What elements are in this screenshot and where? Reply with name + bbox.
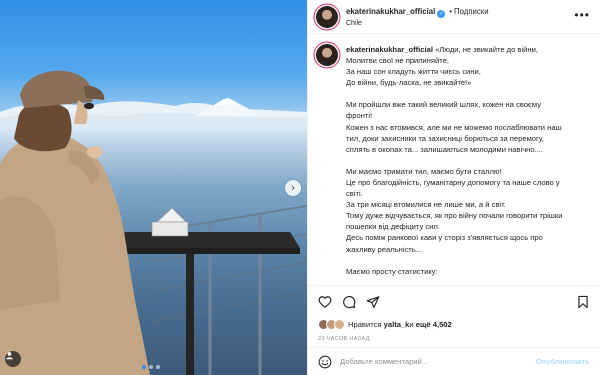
location-link[interactable]: Chile <box>346 18 489 30</box>
caption-line: фронті! <box>346 110 591 121</box>
comment-input[interactable] <box>340 357 536 366</box>
instagram-post: › ekaterinakukhar_official ✓ • Подписки Chi… <box>0 0 600 375</box>
heart-icon[interactable] <box>318 295 332 309</box>
avatar <box>334 318 345 330</box>
chevron-right-icon: › <box>291 181 295 194</box>
lake-scene-illustration <box>0 70 307 375</box>
separator-dot: • <box>449 6 453 16</box>
caption-line: пошепки від дефіциту сил. <box>346 221 591 232</box>
caption-line: Десь поміж ранкової кави у сторіз з'явля… <box>346 232 591 243</box>
liker-username[interactable]: yalta_k <box>384 320 410 329</box>
caption-line: До війни, будь-ласка, не звикайте!» <box>346 77 591 88</box>
likes-summary[interactable]: Нравится yalta_k и ещё 4,502 <box>308 317 600 331</box>
liker-avatars <box>318 318 345 330</box>
verified-badge-icon: ✓ <box>437 9 446 18</box>
emoji-icon[interactable] <box>318 355 332 369</box>
tagged-users-button[interactable] <box>5 351 21 367</box>
following-button[interactable]: Подписки <box>454 7 489 16</box>
caption-line: За наш сон кладуть життя чиєсь сини, <box>346 66 591 77</box>
caption-line-text: Десь поміж ранкової кави у сторіз з'явля… <box>346 233 543 243</box>
caption-line-text: «Люди, не звикайте до війни, <box>435 45 538 54</box>
post-details-panel: ekaterinakukhar_official ✓ • Подписки Chile… <box>307 0 600 375</box>
caption-line-text: Це про благодійність, гуманітарну допомо… <box>346 177 560 187</box>
caption-line-text: фронті! <box>346 111 373 121</box>
caption-line-text: Молитви свої не припиняйте, <box>346 56 449 66</box>
likes-count[interactable]: ещё 4,502 <box>416 320 452 329</box>
comment-icon[interactable] <box>342 295 356 309</box>
caption-line-text: Маємо просту статистику: <box>346 266 438 276</box>
carousel-dot <box>142 365 146 369</box>
post-photo[interactable]: › <box>0 0 307 375</box>
caption-line: сплять в окопах та... залишаються молоди… <box>346 144 591 155</box>
caption-line-text: сплять в окопах та... залишаються молоди… <box>346 144 544 154</box>
caption-line-text: Кожен з нас втомився, але ми не можемо п… <box>346 122 562 132</box>
caption-line-text: Ми пройшли вже такий великий шлях, кожен… <box>346 100 542 110</box>
caption-avatar[interactable] <box>316 44 338 66</box>
caption-text: ekaterinakukhar_official «Люди, не звика… <box>346 44 591 285</box>
caption-line: тил, доки захисники та захисниці борютьс… <box>346 133 591 144</box>
caption-line-text: Ми маємо тримати тил, маємо бути сталлю! <box>346 166 502 176</box>
comment-bar: Опубликовать <box>308 347 600 375</box>
carousel-indicator <box>142 365 160 369</box>
caption-line: ekaterinakukhar_official «Люди, не звика… <box>346 44 591 55</box>
caption-line: Це про благодійність, гуманітарну допомо… <box>346 177 591 188</box>
action-bar <box>308 285 600 317</box>
caption-line: Тому дуже відчувається, як про війну поч… <box>346 210 591 221</box>
caption-line-text: Тому дуже відчувається, як про війну поч… <box>346 211 563 221</box>
caption-line-text: жахливу реальність... <box>346 244 423 254</box>
caption-line: жахливу реальність... <box>346 244 591 255</box>
username-link[interactable]: ekaterinakukhar_official <box>346 7 435 16</box>
share-icon[interactable] <box>366 295 380 309</box>
post-comment-button[interactable]: Опубликовать <box>536 357 590 366</box>
likes-prefix: Нравится <box>348 319 382 329</box>
caption-line: Молитви свої не припиняйте, <box>346 55 591 66</box>
post-timestamp[interactable]: 23 ЧАСОВ НАЗАД <box>308 331 600 347</box>
carousel-dot <box>156 365 160 369</box>
caption-line-text: За три місяці втомилися не лише ми, а й … <box>346 200 506 210</box>
caption-line-text: тил, доки захисники та захисниці борютьс… <box>346 133 544 143</box>
caption-line-text: пошепки від дефіциту сил. <box>346 222 440 232</box>
carousel-next-button[interactable]: › <box>285 180 301 196</box>
header-text: ekaterinakukhar_official ✓ • Подписки Chile <box>346 4 489 30</box>
caption-line: світі. <box>346 188 591 199</box>
caption-line: Ми пройшли вже такий великий шлях, кожен… <box>346 99 591 110</box>
post-header: ekaterinakukhar_official ✓ • Подписки Chile… <box>308 0 600 34</box>
user-icon <box>6 352 13 360</box>
caption-line: Кожен з нас втомився, але ми не можемо п… <box>346 122 591 133</box>
caption-line-text: світі. <box>346 189 363 199</box>
bookmark-icon[interactable] <box>576 295 590 309</box>
caption-line-text: За наш сон кладуть життя чиєсь сини, <box>346 67 481 77</box>
more-options-icon[interactable]: ••• <box>574 8 590 22</box>
caption-line: Маємо просту статистику: <box>346 266 591 277</box>
caption-area: ekaterinakukhar_official «Люди, не звика… <box>308 34 600 285</box>
likes-middle: и <box>409 319 414 329</box>
caption-username[interactable]: ekaterinakukhar_official <box>346 45 433 54</box>
carousel-dot <box>149 365 153 369</box>
avatar[interactable] <box>316 5 338 28</box>
caption-line: За три місяці втомилися не лише ми, а й … <box>346 199 591 210</box>
caption-line: Ми маємо тримати тил, маємо бути сталлю! <box>346 166 591 177</box>
caption-line-text: До війни, будь-ласка, не звикайте!» <box>346 78 472 88</box>
